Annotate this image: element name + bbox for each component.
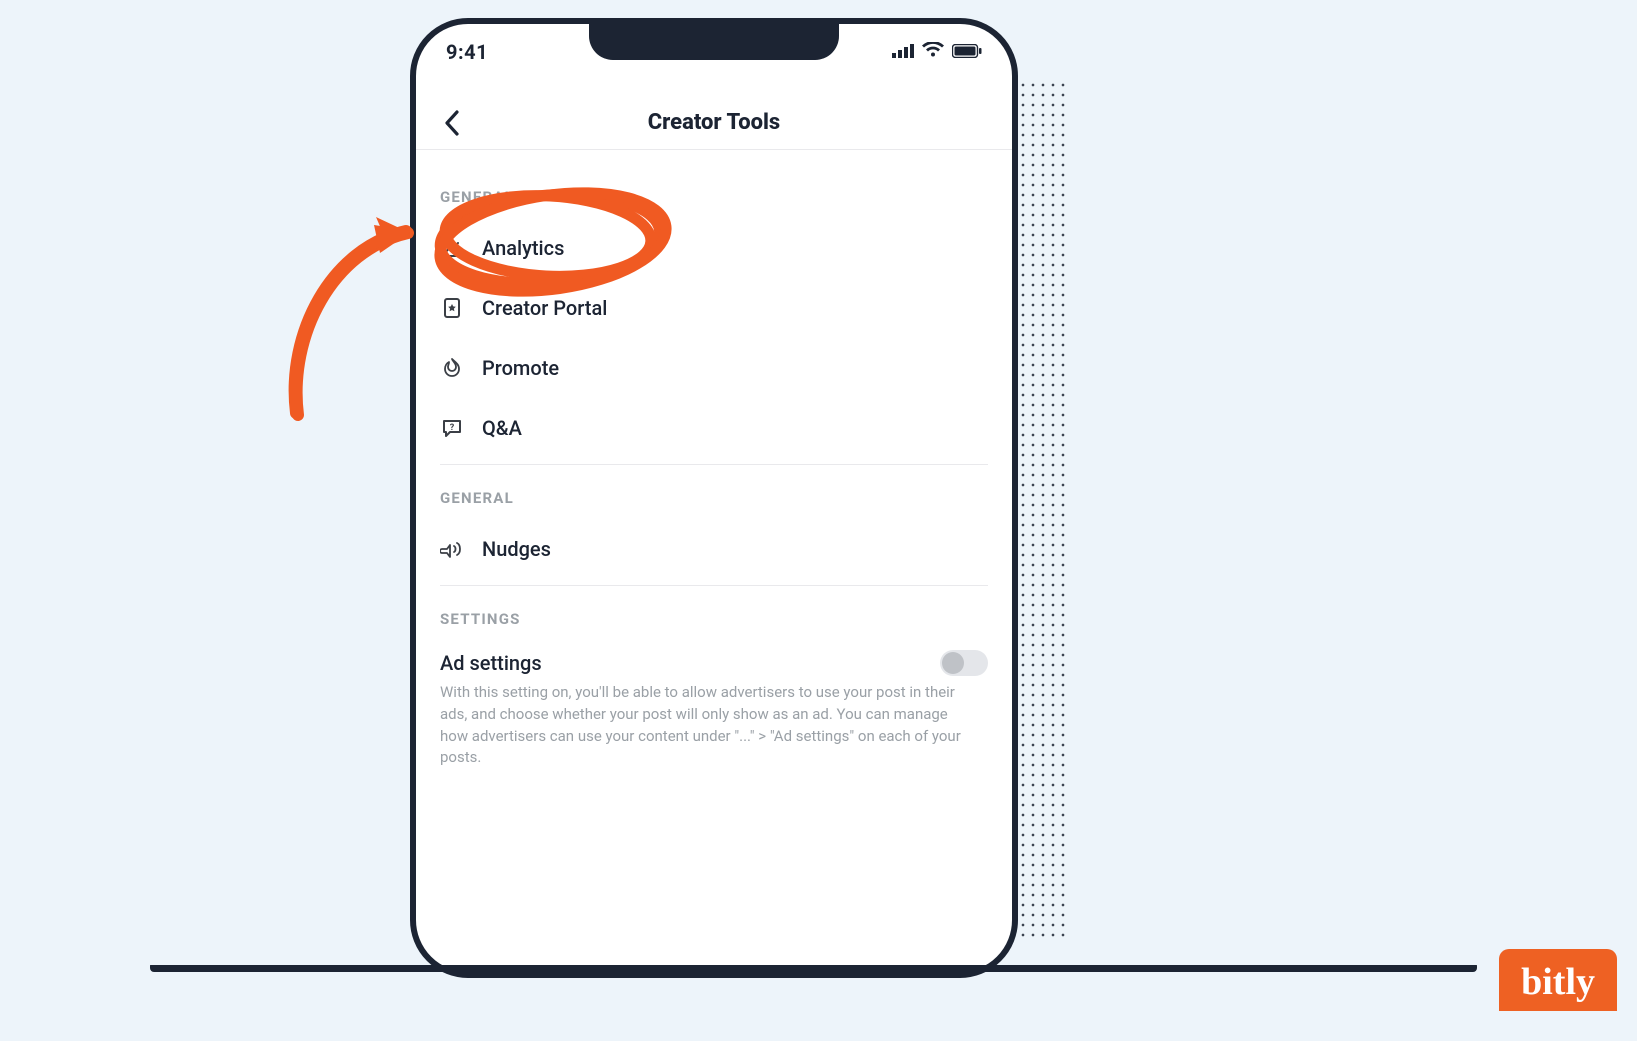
divider xyxy=(440,585,988,586)
section-header-settings: SETTINGS xyxy=(440,610,988,628)
menu-item-qa[interactable]: ? Q&A xyxy=(440,398,988,458)
nudge-icon xyxy=(440,537,464,561)
menu-item-nudges[interactable]: Nudges xyxy=(440,519,988,579)
phone-frame: 9:41 Creator Tools GENERAL xyxy=(410,18,1018,978)
setting-title: Ad settings xyxy=(440,651,542,675)
menu-item-label: Q&A xyxy=(482,416,522,440)
setting-row-ad-settings: Ad settings xyxy=(440,640,988,682)
back-button[interactable] xyxy=(436,107,468,139)
divider xyxy=(440,464,988,465)
section-header-general-1: GENERAL xyxy=(440,188,988,206)
svg-text:?: ? xyxy=(450,423,455,433)
qa-icon: ? xyxy=(440,416,464,440)
menu-item-label: Creator Portal xyxy=(482,296,607,320)
menu-item-analytics[interactable]: Analytics xyxy=(440,218,988,278)
page-header: Creator Tools xyxy=(416,96,1012,150)
toggle-knob xyxy=(942,652,964,674)
analytics-icon xyxy=(440,236,464,260)
status-bar: 9:41 xyxy=(416,24,1012,80)
content-area: GENERAL Analytics Creator Portal Promote xyxy=(416,152,1012,972)
bitly-badge: bitly xyxy=(1499,949,1617,1011)
wifi-icon xyxy=(922,42,944,62)
menu-item-label: Promote xyxy=(482,356,559,380)
portal-icon xyxy=(440,296,464,320)
cellular-icon xyxy=(892,43,914,62)
menu-item-creator-portal[interactable]: Creator Portal xyxy=(440,278,988,338)
fire-icon xyxy=(440,356,464,380)
battery-icon xyxy=(952,43,982,62)
menu-item-label: Analytics xyxy=(482,236,564,260)
ad-settings-toggle[interactable] xyxy=(940,650,988,676)
menu-item-label: Nudges xyxy=(482,537,551,561)
section-header-general-2: GENERAL xyxy=(440,489,988,507)
setting-description: With this setting on, you'll be able to … xyxy=(440,682,988,769)
chevron-left-icon xyxy=(443,110,461,136)
menu-item-promote[interactable]: Promote xyxy=(440,338,988,398)
page-title: Creator Tools xyxy=(648,110,780,135)
annotation-arrow xyxy=(278,205,428,425)
phone-dot-shadow xyxy=(1018,80,1066,940)
status-time: 9:41 xyxy=(446,40,488,64)
ground-line xyxy=(150,962,1477,972)
